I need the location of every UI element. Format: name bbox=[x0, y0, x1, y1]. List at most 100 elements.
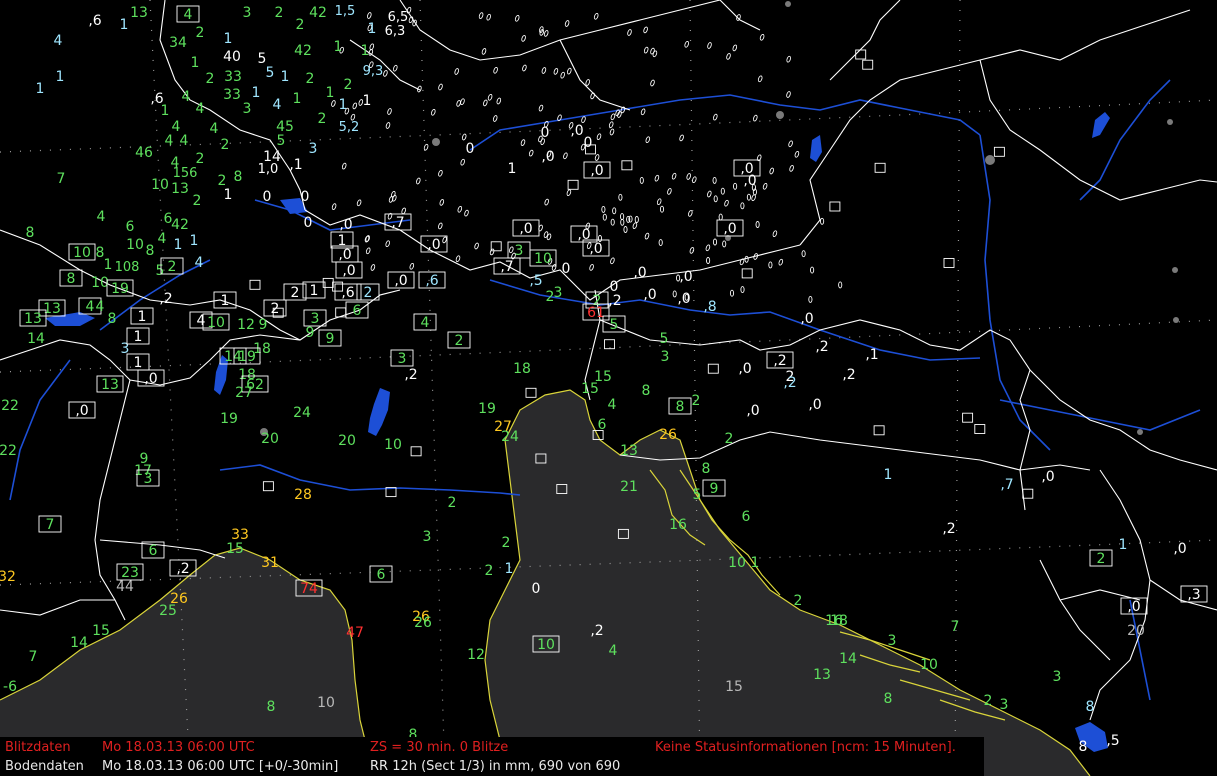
station-value: 2 bbox=[196, 151, 205, 167]
station-value: 108 bbox=[115, 260, 140, 275]
station-value: 12 bbox=[467, 647, 485, 663]
station-value: ,7 bbox=[500, 259, 513, 275]
station-value: 1 bbox=[224, 187, 233, 203]
station-value: 10 bbox=[317, 695, 335, 711]
station-value: ,0 bbox=[633, 265, 646, 281]
station-value: ,2 bbox=[176, 561, 189, 577]
station-value: ,0 bbox=[144, 371, 157, 387]
station-value: 1 bbox=[161, 103, 170, 119]
status-bar: Blitzdaten Mo 18.03.13 06:00 UTC ZS = 30… bbox=[0, 737, 984, 776]
station-value: ,0 bbox=[723, 221, 736, 237]
station-value: ,6 bbox=[425, 273, 438, 289]
station-value: ,1 bbox=[289, 157, 302, 173]
station-value: 2 bbox=[275, 5, 284, 21]
station-value: 1,0 bbox=[258, 162, 279, 177]
station-value: 10 bbox=[920, 657, 938, 673]
station-value: 24 bbox=[501, 429, 519, 445]
station-value: 2 bbox=[296, 17, 305, 33]
station-value: 8 bbox=[267, 699, 276, 715]
station-value: 19 bbox=[111, 281, 129, 297]
station-value: 6 bbox=[598, 417, 607, 433]
station-value: 3 bbox=[888, 633, 897, 649]
station-value: 10 bbox=[728, 555, 746, 571]
station-value: 1 bbox=[1119, 537, 1128, 553]
surface-time: Mo 18.03.13 06:00 UTC [+0/-30min] bbox=[102, 759, 339, 774]
station-value: ,0 bbox=[394, 273, 407, 289]
station-value: 27 bbox=[235, 385, 253, 401]
station-value: 42 bbox=[171, 217, 189, 233]
station-value: 10 bbox=[384, 437, 402, 453]
station-value: 2 bbox=[306, 71, 315, 87]
station-value: 4 bbox=[609, 643, 618, 659]
station-value: ,0 bbox=[746, 403, 759, 419]
station-value: 1 bbox=[252, 85, 261, 101]
station-value: 4 bbox=[197, 313, 206, 329]
station-value: 4 bbox=[195, 255, 204, 271]
station-value: 6,3 bbox=[385, 24, 406, 39]
station-value: 1 bbox=[326, 85, 335, 101]
station-value: 2 bbox=[344, 77, 353, 93]
station-value: ,0 bbox=[338, 247, 351, 263]
station-value: 26 bbox=[414, 615, 432, 631]
station-value: 3 bbox=[243, 5, 252, 21]
station-value: 47 bbox=[346, 625, 364, 641]
station-value: ,2 bbox=[590, 623, 603, 639]
station-value: 22 bbox=[1, 398, 19, 414]
station-value: 74 bbox=[300, 581, 318, 597]
station-value: 2 bbox=[455, 333, 464, 349]
station-value: 2 bbox=[318, 111, 327, 127]
station-value: 6 bbox=[377, 567, 386, 583]
station-value: 4 bbox=[608, 397, 617, 413]
station-value: 12 bbox=[237, 317, 255, 333]
station-value: ,0 bbox=[643, 287, 656, 303]
station-value: 7 bbox=[57, 171, 66, 187]
station-value: ,0 bbox=[75, 403, 88, 419]
station-value: 14 bbox=[839, 651, 857, 667]
station-value: 1 bbox=[310, 283, 319, 299]
lightning-legend: Blitzdaten bbox=[5, 740, 71, 755]
station-value: 44 bbox=[116, 579, 134, 595]
weather-map: 4 3 2 42 1,5 6,5,6 13112 1 6,34 34240 5 42 1 11112 33 5… bbox=[0, 0, 1217, 776]
station-value: 10 bbox=[534, 251, 552, 267]
station-value: 1,5 bbox=[335, 4, 356, 19]
station-value: ,0 bbox=[427, 237, 440, 253]
station-value: ,0 bbox=[738, 361, 751, 377]
station-value: 18 bbox=[513, 361, 531, 377]
station-value: 8 bbox=[1086, 699, 1095, 715]
station-value: 13 bbox=[813, 667, 831, 683]
station-value: 21 bbox=[620, 479, 638, 495]
station-value: 33 bbox=[224, 69, 242, 85]
station-value: 0 bbox=[562, 261, 571, 277]
surface-legend: Bodendaten bbox=[5, 759, 84, 774]
station-value: 156 bbox=[173, 166, 198, 181]
station-value: 2 bbox=[725, 431, 734, 447]
station-value: ,7 bbox=[1000, 477, 1013, 493]
station-value: 9 bbox=[710, 481, 719, 497]
station-value: 2 bbox=[794, 593, 803, 609]
station-value: 25 bbox=[159, 603, 177, 619]
station-value: 19 bbox=[238, 349, 256, 365]
station-value: 3 bbox=[1000, 697, 1009, 713]
station-value: 10 bbox=[151, 177, 169, 193]
station-value: 8 bbox=[676, 399, 685, 415]
station-value: 6 bbox=[126, 219, 135, 235]
station-value: 1 bbox=[134, 329, 143, 345]
station-value: 13 bbox=[24, 311, 42, 327]
lightning-time: Mo 18.03.13 06:00 UTC bbox=[102, 740, 255, 755]
station-value: 4 bbox=[421, 315, 430, 331]
station-value: 33 bbox=[223, 87, 241, 103]
station-value: 1 bbox=[505, 561, 514, 577]
station-value: ,2 bbox=[773, 353, 786, 369]
status-row-lightning: Blitzdaten Mo 18.03.13 06:00 UTC ZS = 30… bbox=[0, 738, 984, 757]
station-value: 13 bbox=[171, 181, 189, 197]
station-value: 6,5 bbox=[388, 10, 409, 25]
station-value: ,0 bbox=[679, 269, 692, 285]
station-value: ,0 bbox=[677, 291, 690, 307]
station-value: 0 bbox=[541, 125, 550, 141]
station-value: ,2 bbox=[608, 293, 621, 309]
station-value: 1 bbox=[281, 69, 290, 85]
station-value: 1 bbox=[339, 97, 348, 113]
station-value: 5 bbox=[693, 487, 702, 503]
station-value: ,0 bbox=[1041, 469, 1054, 485]
station-value: -6 bbox=[3, 679, 17, 695]
